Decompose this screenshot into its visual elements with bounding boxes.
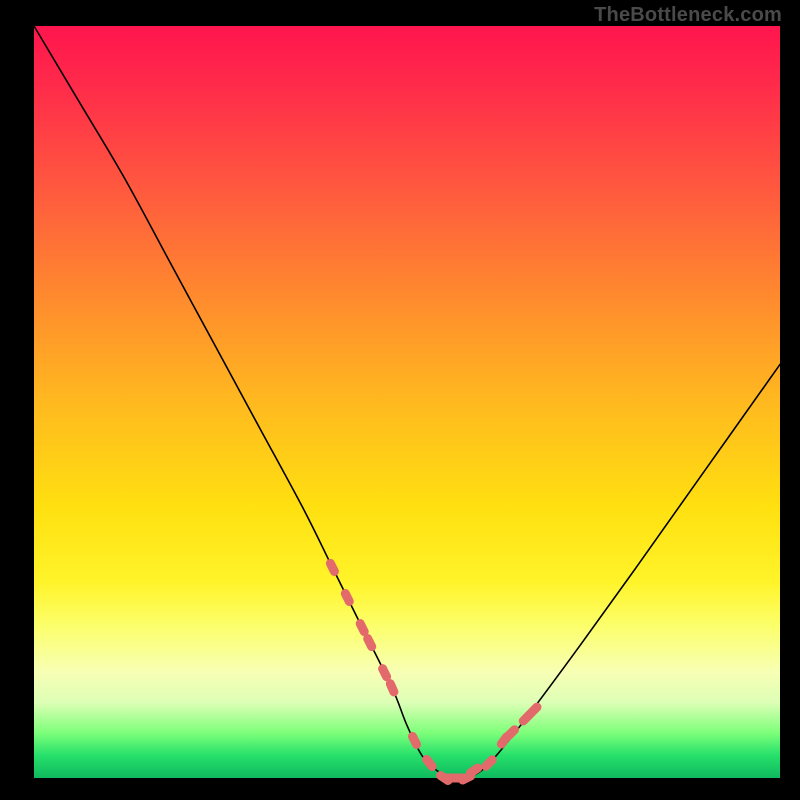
highlight-dot bbox=[406, 730, 422, 750]
chart-frame: TheBottleneck.com bbox=[0, 0, 800, 800]
watermark-text: TheBottleneck.com bbox=[594, 4, 782, 27]
highlight-dot bbox=[339, 587, 355, 607]
bottleneck-curve-svg bbox=[34, 26, 780, 778]
highlight-dot bbox=[324, 557, 340, 577]
highlight-dots-group bbox=[324, 557, 543, 786]
plot-area bbox=[34, 26, 780, 778]
bottleneck-curve-path bbox=[34, 26, 780, 779]
